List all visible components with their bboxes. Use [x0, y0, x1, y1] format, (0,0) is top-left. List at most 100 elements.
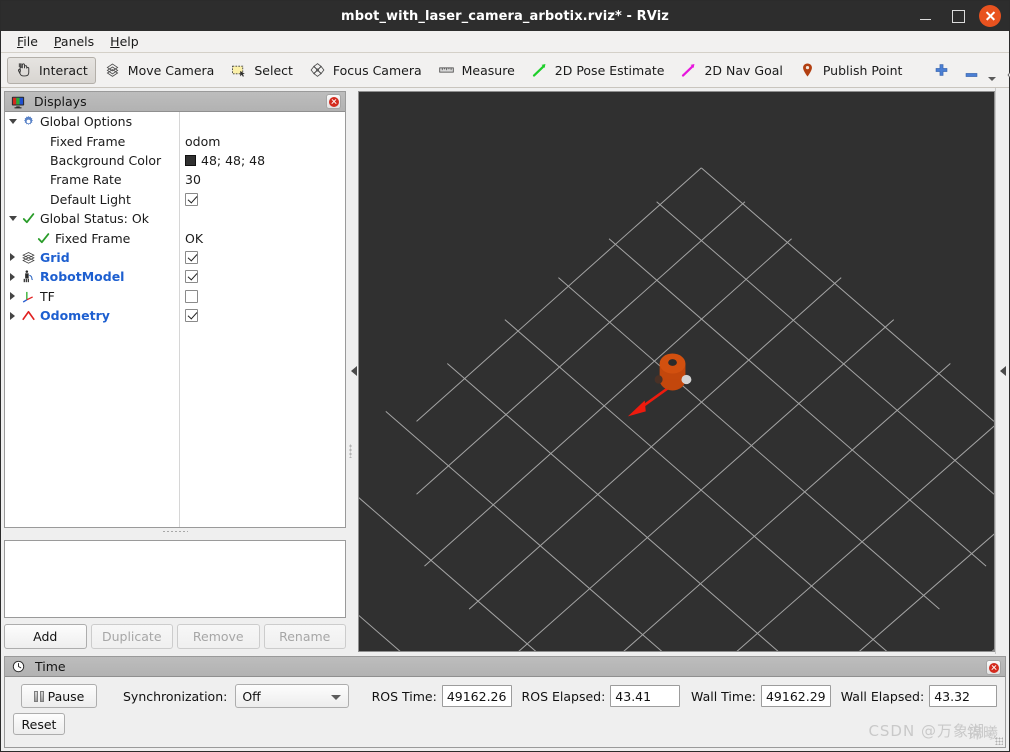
main-toolbar: Interact Move Camera Select Focus Camera… — [1, 53, 1010, 88]
tree-row-global-status[interactable]: Global Status: Ok — [5, 209, 345, 228]
checkbox-tf[interactable] — [185, 289, 198, 303]
checkbox-default-light[interactable] — [185, 192, 198, 206]
property-details-pane[interactable] — [4, 540, 346, 618]
tree-row-odometry[interactable]: Odometry — [5, 306, 345, 325]
expander-robotmodel[interactable] — [5, 267, 20, 286]
chevron-down-icon[interactable] — [988, 76, 997, 81]
tree-label-default-light: Default Light — [50, 191, 131, 207]
time-close-button[interactable] — [986, 660, 1001, 675]
time-body: Pause Synchronization: Off ROS Time: 491… — [5, 677, 1005, 747]
minimize-button[interactable] — [915, 5, 937, 27]
tree-row-default-light[interactable]: Default Light — [5, 190, 345, 209]
color-swatch[interactable] — [185, 154, 196, 166]
expander-odometry[interactable] — [5, 306, 20, 325]
tool-add-view[interactable] — [928, 57, 958, 84]
tool-focus-camera[interactable]: Focus Camera — [301, 57, 430, 84]
eye-icon — [1006, 67, 1010, 83]
tool-publish-point[interactable]: Publish Point — [791, 57, 911, 84]
tool-remove-view[interactable] — [958, 57, 1001, 84]
wall-elapsed-value: 43.32 — [934, 688, 970, 704]
tree-row-grid[interactable]: Grid — [5, 248, 345, 267]
tree-row-fixed-frame[interactable]: Fixed Frame odom — [5, 131, 345, 150]
menu-file[interactable]: File — [9, 32, 46, 51]
tool-interact-label: Interact — [39, 62, 88, 78]
pause-label: Pause — [47, 688, 85, 704]
reset-row: Reset — [13, 713, 997, 735]
displays-title-bar: Displays — [5, 92, 345, 112]
ros-time-label: ROS Time: — [371, 688, 437, 704]
tree-row-tf[interactable]: TF — [5, 287, 345, 306]
map-pin-icon — [799, 62, 816, 78]
checkbox-robotmodel[interactable] — [185, 270, 198, 284]
maximize-button[interactable] — [947, 5, 969, 27]
tree-row-global-options[interactable]: Global Options — [5, 112, 345, 131]
left-panel-column: Displays Global Options Fixed Frame odom… — [1, 88, 346, 654]
expander-global-status[interactable] — [5, 209, 20, 228]
wall-elapsed-field[interactable]: 43.32 — [929, 685, 997, 707]
tree-value-background-color[interactable]: 48; 48; 48 — [201, 153, 265, 168]
render-viewport-3d[interactable] — [358, 91, 995, 652]
tool-interact[interactable]: Interact — [7, 56, 96, 84]
menu-help[interactable]: Help — [102, 32, 147, 51]
remove-display-button[interactable]: Remove — [177, 624, 260, 649]
tool-visibility[interactable] — [1001, 57, 1010, 84]
displays-tree[interactable]: Global Options Fixed Frame odom Backgrou… — [5, 112, 345, 527]
checkbox-grid[interactable] — [185, 250, 198, 264]
tool-move-camera[interactable]: Move Camera — [96, 57, 223, 84]
wall-time-label: Wall Time: — [691, 688, 756, 704]
ros-time-field[interactable]: 49162.26 — [441, 685, 512, 707]
pause-icon — [33, 690, 44, 702]
tree-label-grid: Grid — [40, 249, 70, 265]
main-body: Displays Global Options Fixed Frame odom… — [1, 88, 1009, 654]
tool-measure[interactable]: Measure — [430, 57, 523, 84]
left-view-splitter[interactable] — [346, 88, 358, 654]
ros-elapsed-field[interactable]: 43.41 — [610, 685, 681, 707]
add-display-button[interactable]: Add — [4, 624, 87, 649]
rename-display-button[interactable]: Rename — [263, 624, 346, 649]
resize-grip[interactable] — [995, 737, 1003, 745]
time-title-bar: Time — [5, 657, 1005, 677]
menu-bar: File Panels Help — [1, 31, 1009, 53]
tree-row-robotmodel[interactable]: RobotModel — [5, 267, 345, 286]
tree-row-background-color[interactable]: Background Color 48; 48; 48 — [5, 151, 345, 170]
expander-global-options[interactable] — [5, 112, 20, 131]
close-button[interactable] — [979, 5, 1001, 27]
tool-2d-nav-goal[interactable]: 2D Nav Goal — [672, 57, 790, 84]
tree-label-status-fixed-frame: Fixed Frame — [55, 230, 131, 246]
expander-tf[interactable] — [5, 287, 20, 306]
ros-time-value: 49162.26 — [446, 688, 507, 704]
displays-dock: Displays Global Options Fixed Frame odom… — [4, 91, 346, 528]
tree-row-frame-rate[interactable]: Frame Rate 30 — [5, 170, 345, 189]
minus-icon — [963, 67, 980, 83]
tree-label-odometry: Odometry — [40, 308, 110, 324]
hand-cursor-icon — [15, 62, 32, 78]
check-green-icon — [35, 230, 52, 246]
wall-time-field[interactable]: 49162.29 — [760, 685, 831, 707]
expander-grid[interactable] — [5, 248, 20, 267]
tree-row-status-fixed-frame[interactable]: Fixed Frame OK — [5, 228, 345, 247]
right-view-splitter[interactable] — [995, 88, 1009, 654]
duplicate-display-button[interactable]: Duplicate — [90, 624, 173, 649]
tree-value-fixed-frame[interactable]: odom — [185, 134, 220, 149]
tool-focus-camera-label: Focus Camera — [332, 62, 422, 78]
tool-select[interactable]: Select — [222, 57, 301, 84]
ros-elapsed-label: ROS Elapsed: — [521, 688, 606, 704]
menu-panels[interactable]: Panels — [46, 32, 102, 51]
tree-value-frame-rate[interactable]: 30 — [185, 172, 201, 187]
gear-icon — [20, 114, 37, 130]
pause-button[interactable]: Pause — [21, 684, 97, 708]
displays-close-button[interactable] — [326, 94, 341, 109]
tool-2d-pose-estimate[interactable]: 2D Pose Estimate — [523, 57, 673, 84]
reset-button[interactable]: Reset — [13, 713, 65, 735]
tool-measure-label: Measure — [461, 62, 515, 78]
checkbox-odometry[interactable] — [185, 309, 198, 323]
synchronization-select[interactable]: Off — [235, 684, 349, 708]
tree-label-background-color: Background Color — [50, 152, 162, 168]
collapse-left-arrow-icon — [351, 366, 357, 376]
title-bar: mbot_with_laser_camera_arbotix.rviz* - R… — [1, 1, 1009, 31]
panel-splitter-handle[interactable] — [4, 528, 346, 534]
select-rectangle-icon — [230, 62, 247, 78]
robot-icon — [20, 269, 37, 285]
tool-publish-point-label: Publish Point — [822, 62, 903, 78]
odometry-icon — [20, 308, 37, 324]
